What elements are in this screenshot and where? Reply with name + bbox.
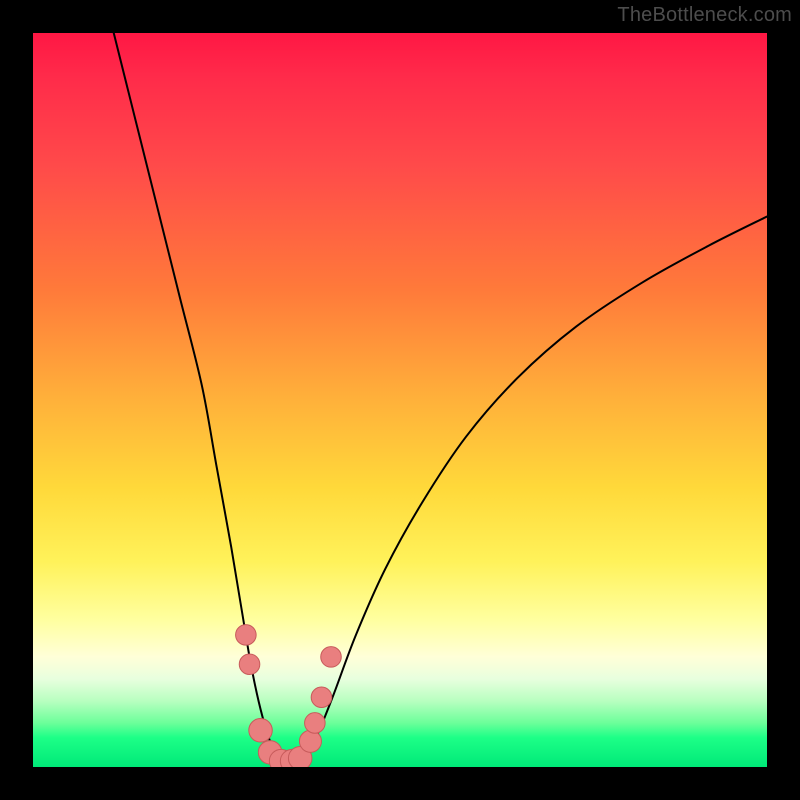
data-marker <box>249 719 272 742</box>
data-marker <box>299 730 321 752</box>
curve-left-branch <box>114 33 286 761</box>
plot-area <box>33 33 767 767</box>
data-marker <box>239 654 260 675</box>
curve-right-branch <box>297 217 767 762</box>
chart-svg <box>33 33 767 767</box>
data-marker <box>311 687 332 708</box>
data-marker <box>305 713 326 734</box>
watermark-text: TheBottleneck.com <box>617 4 792 27</box>
chart-frame: TheBottleneck.com <box>0 0 800 800</box>
data-marker <box>321 647 342 668</box>
data-marker <box>236 625 257 646</box>
